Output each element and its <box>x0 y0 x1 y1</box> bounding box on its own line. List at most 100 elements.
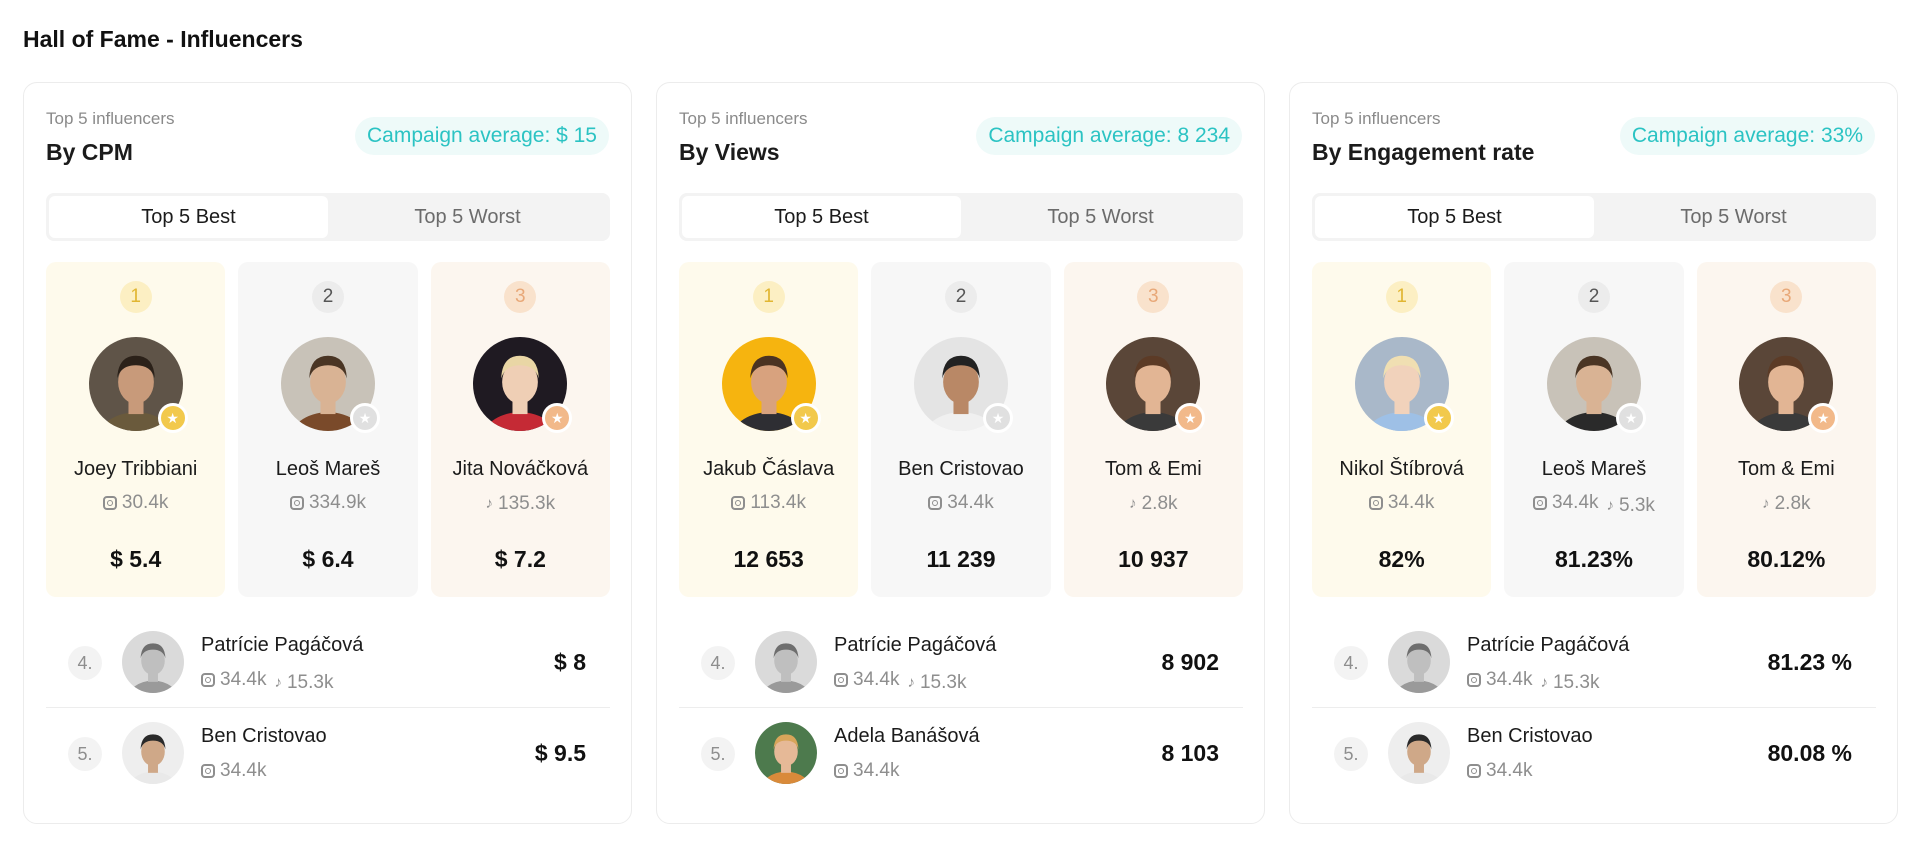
stat-value: 5.3k <box>1619 494 1655 516</box>
card-subtitle: Top 5 influencers <box>679 109 808 128</box>
influencer-name: Leoš Mareš <box>275 458 381 480</box>
top5-best-tab[interactable]: Top 5 Best <box>49 196 328 238</box>
stat-value: 34.4k <box>853 669 900 690</box>
follower-stats: 34.4k ♪ 15.3k <box>197 669 337 694</box>
star-medal-icon: ★ <box>1423 403 1454 433</box>
metric-value: 8 902 <box>1161 649 1219 675</box>
page-title: Hall of Fame - Influencers <box>23 26 303 52</box>
tiktok-icon: ♪ <box>1129 495 1137 512</box>
stat-value: 34.4k <box>1486 760 1533 781</box>
follower-stats: 34.4k <box>871 492 1050 516</box>
tiktok-icon: ♪ <box>1762 495 1770 512</box>
best-worst-toggle: Top 5 Best Top 5 Worst <box>46 193 610 241</box>
metric-value: $ 9.5 <box>534 740 586 766</box>
tiktok-stat: ♪ 15.3k <box>907 672 966 694</box>
influencer-name: Leoš Mareš <box>1541 458 1647 480</box>
stat-value: 34.4k <box>947 492 994 513</box>
stat-value: 15.3k <box>286 671 334 693</box>
instagram-icon <box>928 496 943 510</box>
best-worst-toggle: Top 5 Best Top 5 Worst <box>1312 193 1876 241</box>
stat-value: 34.4k <box>1486 669 1533 690</box>
stat-value: 135.3k <box>498 492 556 514</box>
card-title: By Views <box>679 139 780 165</box>
rank-badge: 4. <box>701 646 735 680</box>
avatar <box>1388 631 1450 693</box>
instagram-icon <box>1467 673 1481 687</box>
podium-place-1[interactable]: 1 ★ Jakub Čáslava 113.4k 12 653 <box>679 262 859 597</box>
rank-badge: 1 <box>752 281 785 313</box>
influencer-name: Tom & Emi <box>1104 458 1202 480</box>
metric-value: 8 103 <box>1161 740 1219 766</box>
instagram-stat: 334.9k <box>289 492 366 514</box>
rank-badge: 5. <box>701 737 735 771</box>
follower-stats: ♪ 2.8k <box>1064 492 1243 515</box>
avatar: ★ <box>913 337 1013 433</box>
top5-worst-tab[interactable]: Top 5 Worst <box>961 196 1240 238</box>
list-item[interactable]: 5. Ben Cristovao 34.4k $ 9.5 <box>46 707 610 797</box>
instagram-icon <box>834 764 848 778</box>
tiktok-stat: ♪ 15.3k <box>1540 672 1599 694</box>
instagram-icon <box>289 496 304 510</box>
top5-best-tab[interactable]: Top 5 Best <box>682 196 961 238</box>
stat-value: 15.3k <box>1552 671 1600 693</box>
follower-stats: 34.4k ♪ 5.3k <box>1504 492 1683 517</box>
avatar <box>122 722 184 784</box>
metric-value: 80.08 % <box>1767 740 1852 766</box>
tiktok-icon: ♪ <box>1606 497 1615 514</box>
metric-value: 80.12% <box>1747 546 1826 572</box>
star-medal-icon: ★ <box>157 403 188 433</box>
instagram-stat: 34.4k <box>1533 492 1599 514</box>
rank-badge: 3 <box>1770 281 1803 313</box>
instagram-icon <box>1533 496 1548 510</box>
list-item[interactable]: 5. Adela Banášová 34.4k 8 103 <box>679 707 1243 797</box>
podium-place-2[interactable]: 2 ★ Leoš Mareš 34.4k ♪ 5.3k 81.23% <box>1504 262 1684 597</box>
metric-value: $ 5.4 <box>110 546 162 572</box>
podium: 1 ★ Nikol Štíbrová 34.4k 82% 2 ★ Leoš Mareš 34… <box>1312 262 1876 597</box>
avatar <box>122 631 184 693</box>
influencer-name: Patrície Pagáčová <box>1467 634 1630 656</box>
podium: 1 ★ Jakub Čáslava 113.4k 12 653 2 ★ Ben Crist… <box>679 262 1243 597</box>
avatar: ★ <box>473 337 573 433</box>
stat-value: 34.4k <box>220 669 267 690</box>
top5-best-tab[interactable]: Top 5 Best <box>1315 196 1594 238</box>
podium-place-3[interactable]: 3 ★ Tom & Emi ♪ 2.8k 80.12% <box>1696 262 1876 597</box>
star-medal-icon: ★ <box>1615 403 1646 433</box>
ranking-card: Top 5 influencers By CPM Campaign average:… <box>23 82 632 824</box>
influencer-name: Patrície Pagáčová <box>834 634 997 656</box>
avatar <box>1388 722 1450 784</box>
influencer-name: Ben Cristovao <box>898 458 1024 480</box>
podium-place-2[interactable]: 2 ★ Leoš Mareš 334.9k $ 6.4 <box>238 262 418 597</box>
podium-place-1[interactable]: 1 ★ Joey Tribbiani 30.4k $ 5.4 <box>46 262 226 597</box>
list-item[interactable]: 4. Patrície Pagáčová 34.4k ♪ 15.3k $ 8 <box>46 617 610 707</box>
star-medal-icon: ★ <box>982 403 1013 433</box>
top5-worst-tab[interactable]: Top 5 Worst <box>328 196 607 238</box>
list-item[interactable]: 4. Patrície Pagáčová 34.4k ♪ 15.3k 8 902 <box>679 617 1243 707</box>
influencer-name: Ben Cristovao <box>1467 725 1593 747</box>
influencer-name: Joey Tribbiani <box>73 458 198 480</box>
follower-stats: 30.4k <box>46 492 225 516</box>
star-medal-icon: ★ <box>349 403 380 433</box>
metric-value: $ 8 <box>554 649 586 675</box>
star-medal-icon: ★ <box>542 403 573 433</box>
rank-badge: 3 <box>1137 281 1170 313</box>
tiktok-icon: ♪ <box>1540 674 1548 691</box>
instagram-icon <box>201 673 215 687</box>
influencer-name: Patrície Pagáčová <box>201 634 364 656</box>
podium-place-1[interactable]: 1 ★ Nikol Štíbrová 34.4k 82% <box>1312 262 1492 597</box>
metric-value: 82% <box>1378 546 1425 572</box>
podium-place-2[interactable]: 2 ★ Ben Cristovao 34.4k 11 239 <box>871 262 1051 597</box>
metric-value: $ 6.4 <box>302 546 354 572</box>
ranking-list: 4. Patrície Pagáčová 34.4k ♪ 15.3k 8 902 5. A… <box>679 617 1243 797</box>
instagram-stat: 34.4k <box>1368 492 1434 514</box>
list-item[interactable]: 4. Patrície Pagáčová 34.4k ♪ 15.3k 81.23 % <box>1312 617 1876 707</box>
star-medal-icon: ★ <box>790 403 821 433</box>
list-item[interactable]: 5. Ben Cristovao 34.4k 80.08 % <box>1312 707 1876 797</box>
instagram-icon <box>102 496 117 510</box>
podium-place-3[interactable]: 3 ★ Jita Nováčková ♪ 135.3k $ 7.2 <box>430 262 610 597</box>
top5-worst-tab[interactable]: Top 5 Worst <box>1594 196 1873 238</box>
influencer-name: Jakub Čáslava <box>703 458 835 480</box>
rank-badge: 2 <box>311 281 344 313</box>
podium-place-3[interactable]: 3 ★ Tom & Emi ♪ 2.8k 10 937 <box>1063 262 1243 597</box>
rank-badge: 4. <box>1334 646 1368 680</box>
rank-badge: 2 <box>1577 281 1610 313</box>
